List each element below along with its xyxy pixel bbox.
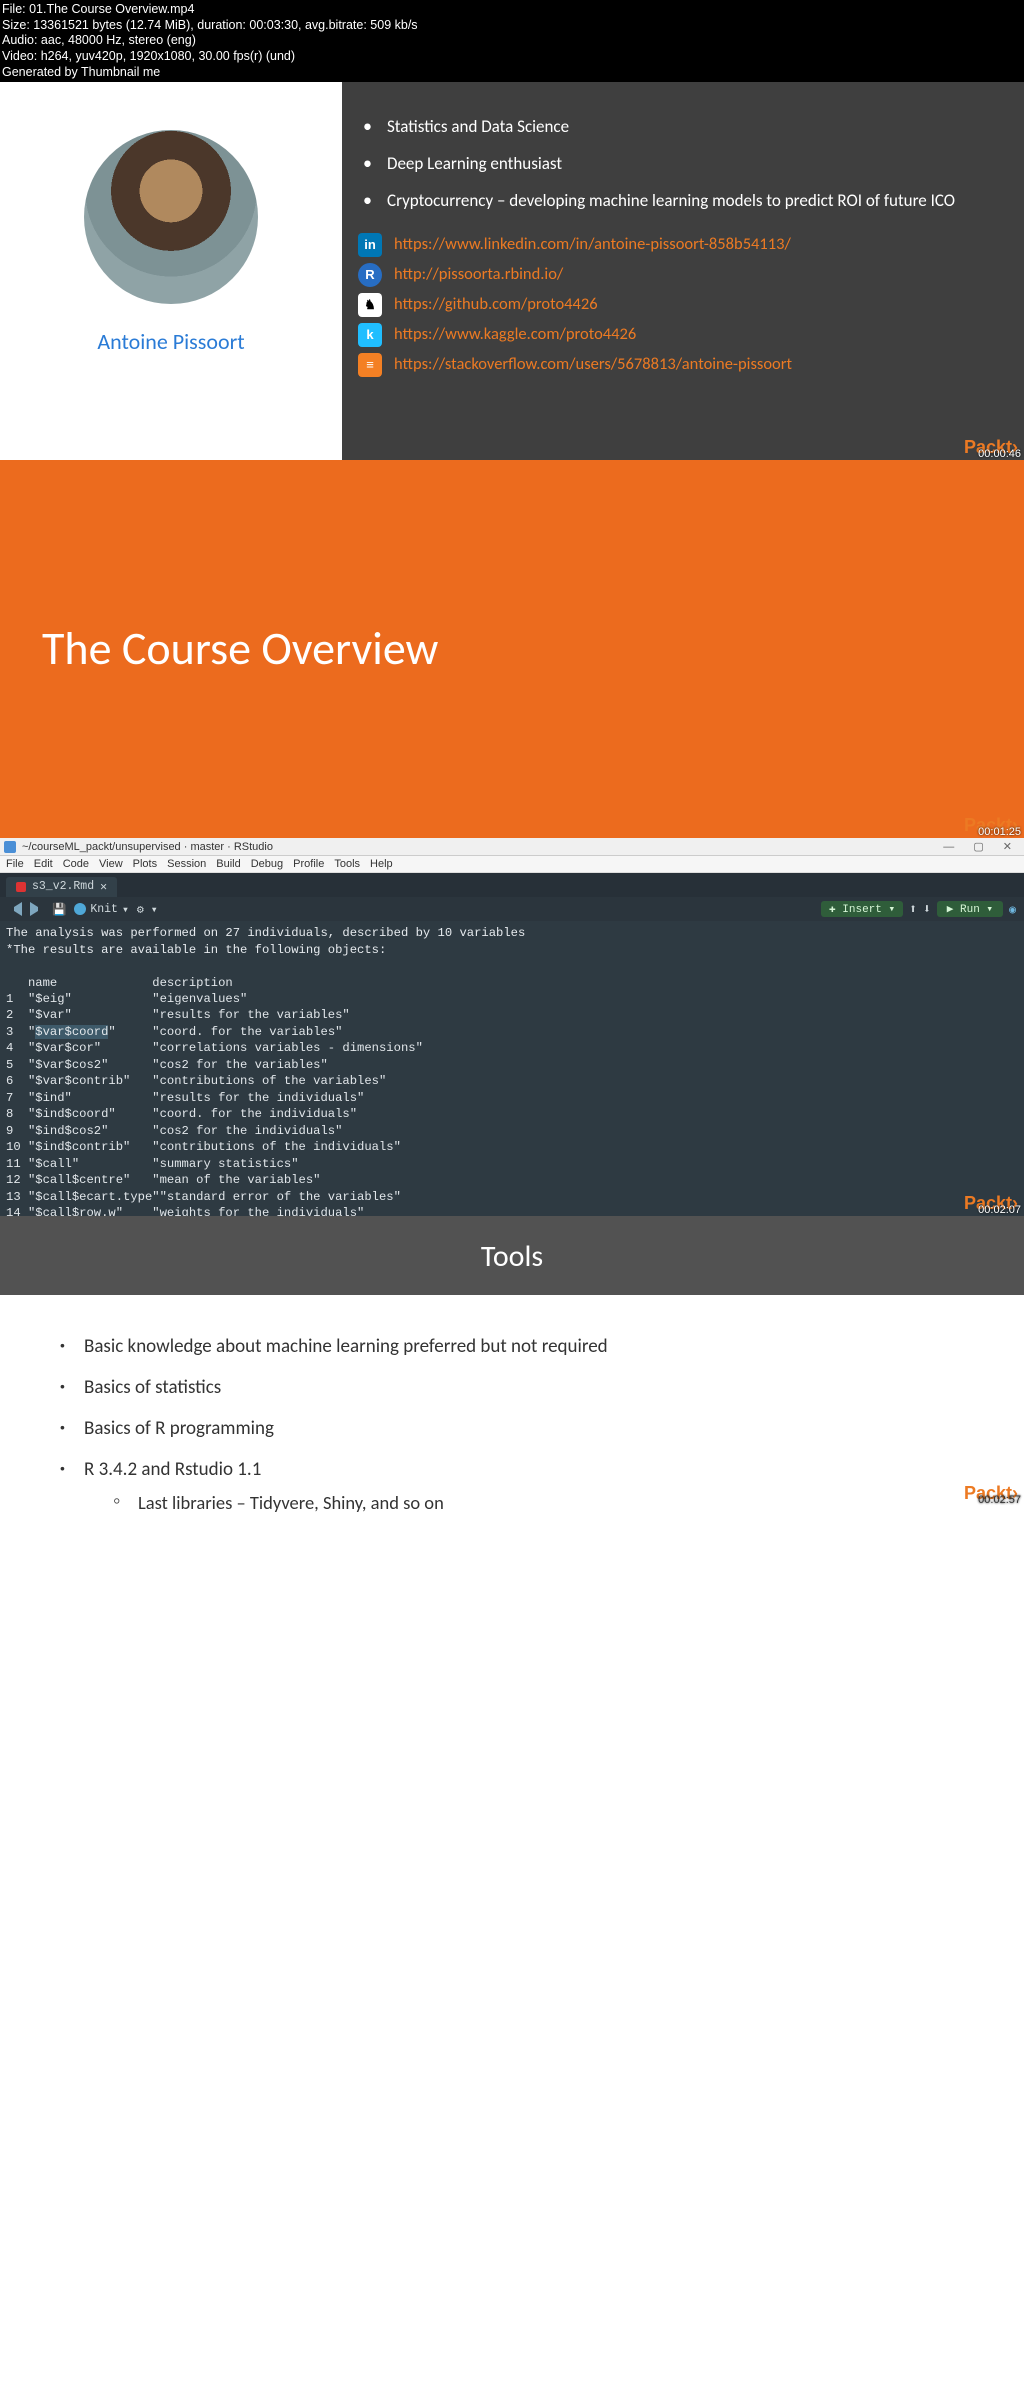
link-r: R http://pissoorta.rbind.io/ (358, 263, 1004, 287)
kaggle-icon: k (358, 323, 382, 347)
author-name: Antoine Pissoort (97, 328, 244, 355)
go-down-icon[interactable]: ⬇ (923, 902, 931, 917)
link-linkedin: in https://www.linkedin.com/in/antoine-p… (358, 233, 1004, 257)
tools-item: R 3.4.2 and Rstudio 1.1 Last libraries –… (60, 1458, 1024, 1532)
meta-file: File: 01.The Course Overview.mp4 (2, 2, 1020, 18)
author-avatar (84, 130, 258, 304)
slide-rstudio: ~/courseML_packt/unsupervised · master ·… (0, 838, 1024, 1216)
tools-item: Basics of statistics (60, 1376, 1024, 1417)
tools-item: Basics of R programming (60, 1417, 1024, 1458)
video-metadata: File: 01.The Course Overview.mp4 Size: 1… (0, 0, 1024, 82)
window-buttons[interactable]: — ▢ ✕ (943, 840, 1020, 853)
insert-button[interactable]: ✚ Insert ▾ (821, 901, 903, 917)
menu-item[interactable]: Help (370, 858, 393, 870)
menu-item[interactable]: Plots (133, 858, 157, 870)
link-text[interactable]: https://www.kaggle.com/proto4426 (394, 323, 636, 345)
menu-item[interactable]: Session (167, 858, 206, 870)
timestamp: 00:02:57 (978, 1494, 1021, 1506)
timestamp: 00:02:07 (978, 1204, 1021, 1216)
slide-author-intro: Antoine Pissoort Statistics and Data Sci… (0, 82, 1024, 460)
menu-item[interactable]: Debug (251, 858, 283, 870)
editor-toolbar: 💾 Knit ▾ ⚙ ▾ ✚ Insert ▾ ⬆ ⬇ ▶ Run ▾ ◉ (0, 897, 1024, 921)
tools-subitem: Last libraries – Tidyvere, Shiny, and so… (114, 1491, 1024, 1514)
meta-size: Size: 13361521 bytes (12.74 MiB), durati… (2, 18, 1020, 34)
linkedin-icon: in (358, 233, 382, 257)
page-spacer (0, 1506, 1024, 2355)
knit-button[interactable]: Knit ▾ (74, 902, 129, 917)
editor-tabrow: s3_v2.Rmd ✕ (0, 873, 1024, 897)
meta-audio: Audio: aac, 48000 Hz, stereo (eng) (2, 33, 1020, 49)
bullet-item: Statistics and Data Science (357, 116, 1004, 153)
settings-button[interactable]: ⚙ ▾ (137, 902, 158, 917)
nav-fwd-icon[interactable] (30, 902, 44, 916)
save-icon[interactable]: 💾 (52, 902, 66, 917)
go-up-icon[interactable]: ⬆ (909, 902, 917, 917)
r-icon: R (358, 263, 382, 287)
menu-item[interactable]: Profile (293, 858, 324, 870)
menu-item[interactable]: Tools (334, 858, 360, 870)
link-stackoverflow: ≡ https://stackoverflow.com/users/567881… (358, 353, 1004, 377)
timestamp: 00:01:25 (978, 826, 1021, 838)
link-github: ♞ https://github.com/proto4426 (358, 293, 1004, 317)
tools-list: Basic knowledge about machine learning p… (0, 1335, 1024, 1532)
tools-header: Tools (0, 1216, 1024, 1295)
publish-icon[interactable]: ◉ (1009, 902, 1016, 917)
menu-item[interactable]: View (99, 858, 123, 870)
code-area[interactable]: The analysis was performed on 27 individ… (0, 921, 1024, 1248)
menu-item[interactable]: File (6, 858, 24, 870)
slide-tools: Tools Basic knowledge about machine lear… (0, 1216, 1024, 1506)
link-text[interactable]: https://www.linkedin.com/in/antoine-piss… (394, 233, 791, 255)
run-button[interactable]: ▶ Run ▾ (937, 901, 1003, 917)
timestamp: 00:00:46 (978, 448, 1021, 460)
editor-tab[interactable]: s3_v2.Rmd ✕ (6, 877, 117, 897)
title-text: The Course Overview (42, 621, 438, 677)
rstudio-icon (4, 841, 16, 853)
menu-item[interactable]: Edit (34, 858, 53, 870)
bullet-item: Cryptocurrency – developing machine lear… (357, 190, 1004, 227)
author-details: Statistics and Data Science Deep Learnin… (342, 82, 1024, 460)
link-text[interactable]: https://github.com/proto4426 (394, 293, 598, 315)
meta-gen: Generated by Thumbnail me (2, 65, 1020, 81)
stackoverflow-icon: ≡ (358, 353, 382, 377)
slide-title: The Course Overview Packt› 00:01:25 (0, 460, 1024, 838)
menu-item[interactable]: Code (63, 858, 89, 870)
bullet-item: Deep Learning enthusiast (357, 153, 1004, 190)
menu-item[interactable]: Build (216, 858, 240, 870)
tools-item: Basic knowledge about machine learning p… (60, 1335, 1024, 1376)
rmd-file-icon (16, 882, 26, 892)
knit-icon (74, 903, 86, 915)
author-panel: Antoine Pissoort (0, 82, 342, 460)
meta-video: Video: h264, yuv420p, 1920x1080, 30.00 f… (2, 49, 1020, 65)
link-kaggle: k https://www.kaggle.com/proto4426 (358, 323, 1004, 347)
link-text[interactable]: http://pissoorta.rbind.io/ (394, 263, 563, 285)
rstudio-titlebar: ~/courseML_packt/unsupervised · master ·… (0, 838, 1024, 856)
rstudio-menu[interactable]: File Edit Code View Plots Session Build … (0, 856, 1024, 873)
nav-back-icon[interactable] (8, 902, 22, 916)
link-text[interactable]: https://stackoverflow.com/users/5678813/… (394, 353, 792, 375)
rstudio-title: ~/courseML_packt/unsupervised · master ·… (22, 841, 273, 853)
github-icon: ♞ (358, 293, 382, 317)
